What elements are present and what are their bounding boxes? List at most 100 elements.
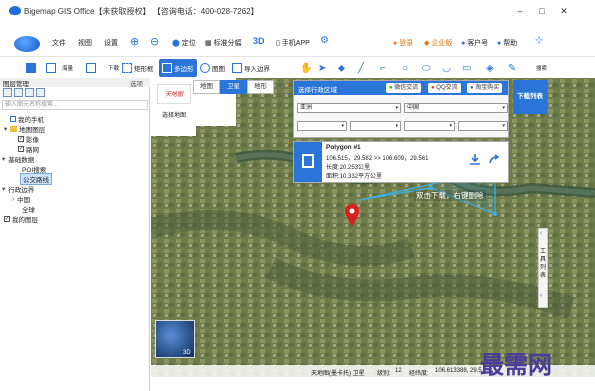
mobile-app-button[interactable]: ▯ 手机APP — [276, 38, 310, 48]
polygon-info-card: Polygon #1 106.515，29.582 >> 106.609，29.… — [293, 141, 509, 183]
tree-item-roadnet[interactable]: ✓ 路网 — [18, 144, 39, 154]
tianditu-logo: 天地图 — [157, 84, 191, 104]
town-select[interactable]: ▾ — [458, 121, 508, 131]
tree-item-my-phone[interactable]: 我的手机 — [10, 114, 44, 124]
window-title: Bigemap GIS Office【未获取授权】 【咨询电话：400-028-… — [24, 7, 259, 16]
layer-panel-title: 图层管理 — [0, 78, 150, 88]
region-panel-header: 选择行政区域 ● 微信交流 ● QQ交流 ● 淘宝购买 — [294, 81, 508, 95]
layer-panel-options[interactable]: 选项 — [130, 78, 143, 88]
maximize-button[interactable]: □ — [534, 4, 550, 18]
tree-item-my-layers[interactable]: ✓ 我的图层 — [4, 214, 38, 224]
folder-icon — [26, 63, 36, 73]
country-select[interactable]: 中国 ▾ — [404, 103, 508, 113]
tb-download-button[interactable]: 下载 — [108, 59, 119, 77]
tab-terrain[interactable]: 地形 — [247, 80, 274, 94]
search-icon[interactable] — [36, 88, 45, 97]
menu-bar: 文件 视图 设置 ⊕ ⊖ ⬤ 定位 ▦ 标准分幅 3D ▯ 手机APP ⚙ ● … — [0, 34, 595, 54]
customer-service-button[interactable]: ● 客户号 — [461, 38, 488, 48]
chevron-down-icon[interactable]: ▾ — [2, 155, 5, 163]
pointer-icon[interactable]: ➤ — [318, 59, 326, 77]
hand-icon[interactable]: ✋ — [300, 59, 312, 77]
line-icon[interactable]: ╱ — [358, 59, 364, 77]
tb-massive-button[interactable]: 海量 — [62, 59, 73, 77]
checkbox-my-layers[interactable]: ✓ — [4, 216, 10, 222]
enterprise-button[interactable]: ◆ 企业版 — [424, 38, 452, 48]
taobao-button[interactable]: ● 淘宝购买 — [467, 83, 503, 93]
split-icon — [86, 63, 96, 73]
location-marker-icon[interactable] — [345, 204, 359, 226]
tb-folder-button[interactable] — [26, 59, 38, 77]
layer-search-input[interactable]: 输入图元名称搜索... — [2, 100, 148, 110]
chevron-left-icon-bottom[interactable]: ‹ — [540, 292, 542, 299]
tb-polygon-button[interactable]: 多边形 — [159, 59, 197, 77]
locate-button[interactable]: ⬤ 定位 — [172, 38, 196, 48]
tree-item-map-layers[interactable]: ▾ 地图图层 — [4, 124, 45, 134]
three-d-button[interactable]: 3D — [253, 36, 265, 46]
site-watermark: 最需网 — [480, 350, 552, 379]
select-map-button[interactable]: 选择地图 — [157, 112, 191, 121]
tree-item-china[interactable]: › 中国 — [12, 194, 30, 205]
menu-view[interactable]: 视图 — [78, 38, 92, 48]
menu-file[interactable]: 文件 — [52, 38, 66, 48]
zoom-out-icon[interactable]: ⊖ — [150, 35, 159, 48]
toolbar: 海量 下载 矩形框 多边形 图图 导入边界 ✋ ➤ ⬥ ╱ ⌐ ○ ⬭ ◡ ▭ … — [0, 56, 595, 78]
grid-split-button[interactable]: ▦ 标准分幅 — [205, 38, 242, 48]
tag-icon[interactable]: ◈ — [486, 59, 494, 77]
download-icon[interactable] — [469, 153, 481, 165]
tb-import-boundary-button[interactable]: 导入边界 — [232, 59, 270, 77]
tab-map[interactable]: 地图 — [193, 80, 220, 94]
download-list-button[interactable]: 下载列表 — [513, 80, 547, 114]
minimize-button[interactable]: – — [512, 4, 528, 18]
taobao-icon: ● — [470, 85, 474, 91]
wechat-button[interactable]: ● 微信交流 — [386, 83, 422, 93]
app-logo-icon — [9, 6, 21, 15]
polyline-icon[interactable]: ⌐ — [380, 59, 386, 77]
polygon-area: 面积:10.332平方公里 — [326, 174, 383, 180]
tb-search-button[interactable]: 搜索 — [536, 59, 547, 77]
tb-save-button[interactable] — [46, 59, 58, 77]
tree-item-admin-boundary[interactable]: ▾ 行政边界 — [2, 184, 34, 194]
gear-icon[interactable]: ⚙ — [320, 35, 329, 46]
layer-panel-tools — [3, 88, 45, 97]
chevron-right-icon[interactable]: › — [12, 196, 14, 203]
close-button[interactable]: ✕ — [556, 4, 572, 18]
add-folder-icon[interactable] — [3, 88, 12, 97]
checkbox-roadnet[interactable]: ✓ — [18, 146, 24, 152]
shape-icon[interactable]: ◡ — [442, 59, 451, 77]
tree-item-global[interactable]: 全球 — [22, 204, 35, 214]
rectangle-icon — [122, 63, 132, 73]
tool-list-label: 工具列表 — [540, 249, 547, 279]
tree-item-imagery[interactable]: ✓ 影像 — [18, 134, 39, 144]
polygon-coords: 106.515，29.582 >> 106.609，29.561 — [326, 156, 429, 162]
delete-icon[interactable] — [25, 88, 34, 97]
tb-image-button[interactable]: 图图 — [200, 59, 225, 77]
zoom-in-icon[interactable]: ⊕ — [130, 35, 139, 48]
continent-select[interactable]: 亚洲 ▾ — [297, 103, 401, 113]
qq-button[interactable]: ● QQ交流 — [428, 83, 461, 93]
circle-icon[interactable]: ○ — [402, 59, 408, 77]
chevron-left-icon[interactable]: ‹ — [540, 230, 542, 237]
tab-satellite[interactable]: 卫星 — [220, 80, 247, 94]
chevron-down-icon[interactable]: ▾ — [2, 185, 5, 193]
checkbox-imagery[interactable]: ✓ — [18, 136, 24, 142]
region-panel-title: 选择行政区域 — [298, 87, 337, 94]
marker-icon[interactable]: ⬥ — [338, 59, 345, 77]
image-icon — [200, 63, 210, 73]
edit-icon[interactable]: ✎ — [508, 59, 516, 77]
chevron-down-icon: ▾ — [502, 123, 505, 129]
province-select[interactable]: ▾ — [297, 121, 347, 131]
tb-split-button[interactable] — [86, 59, 98, 77]
rect-draw-icon[interactable]: ▭ — [462, 59, 471, 77]
district-select[interactable]: ▾ — [404, 121, 455, 131]
chevron-down-icon[interactable]: ▾ — [4, 125, 7, 133]
tree-item-base-data[interactable]: ▾ 基础数据 — [2, 154, 34, 164]
tb-rect-button[interactable]: 矩形框 — [122, 59, 154, 77]
compass-icon[interactable]: ⊹ — [535, 35, 543, 46]
ellipse-icon[interactable]: ⬭ — [422, 59, 431, 77]
share-icon[interactable] — [488, 153, 500, 165]
help-button[interactable]: ● 帮助 — [497, 38, 517, 48]
city-select[interactable]: ▾ — [350, 121, 401, 131]
menu-settings[interactable]: 设置 — [104, 38, 118, 48]
add-layer-icon[interactable] — [14, 88, 23, 97]
login-button[interactable]: ● 登录 — [393, 38, 413, 48]
